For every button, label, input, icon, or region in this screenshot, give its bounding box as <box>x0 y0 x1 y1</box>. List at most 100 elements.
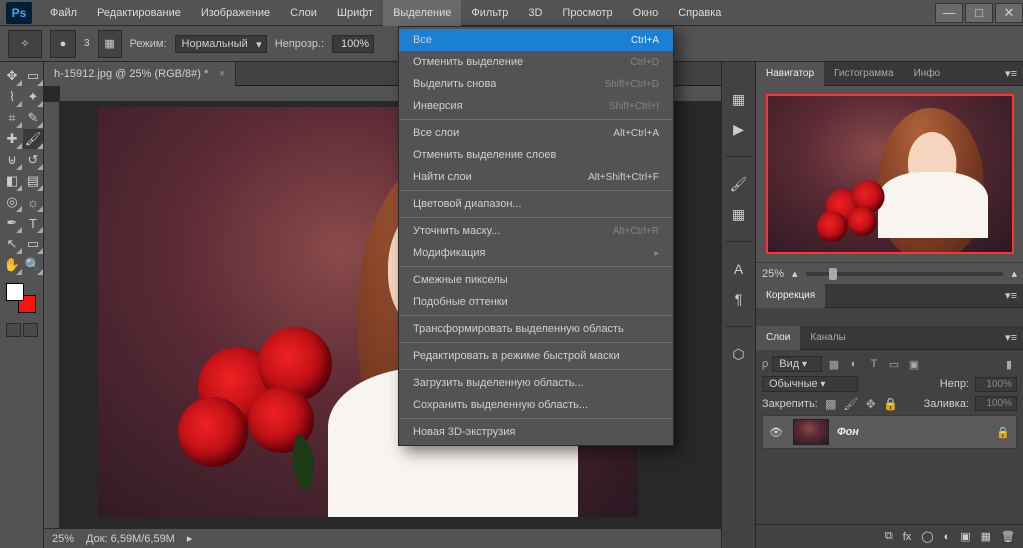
spot-heal-tool[interactable]: ✚ <box>2 129 22 149</box>
tab-histogram[interactable]: Гистограмма <box>824 62 904 86</box>
eyedropper-tool[interactable]: ✎ <box>23 108 43 128</box>
menu-файл[interactable]: Файл <box>40 0 87 26</box>
dodge-tool[interactable]: ☼ <box>23 192 43 212</box>
lasso-tool[interactable]: ⌇ <box>2 87 22 107</box>
navigator-zoom-value[interactable]: 25% <box>762 268 784 280</box>
layer-name[interactable]: Фон <box>837 426 859 438</box>
crop-tool[interactable]: ⌗ <box>2 108 22 128</box>
gradient-tool[interactable]: ▤ <box>23 171 43 191</box>
menu-item[interactable]: Цветовой диапазон... <box>399 193 673 215</box>
link-layers-icon[interactable]: ⧉ <box>885 530 893 543</box>
layer-fill-input[interactable]: 100% <box>975 396 1017 411</box>
menu-редактирование[interactable]: Редактирование <box>87 0 191 26</box>
blur-tool[interactable]: ◎ <box>2 192 22 212</box>
standard-mode-button[interactable] <box>6 323 21 337</box>
menu-просмотр[interactable]: Просмотр <box>552 0 622 26</box>
lock-position-icon[interactable]: ✥ <box>864 397 878 411</box>
layer-filter-kind[interactable]: Вид ▾ <box>772 356 822 372</box>
blend-mode-select[interactable]: Нормальный ▾ <box>175 35 267 53</box>
layer-thumbnail[interactable] <box>793 419 829 445</box>
filter-pixel-icon[interactable]: ▩ <box>826 356 842 372</box>
status-arrow-icon[interactable]: ▸ <box>187 532 193 545</box>
tab-navigator[interactable]: Навигатор <box>756 62 824 86</box>
delete-layer-icon[interactable]: 🗑 <box>1001 530 1015 543</box>
menu-шрифт[interactable]: Шрифт <box>327 0 383 26</box>
menu-выделение[interactable]: Выделение <box>383 0 461 26</box>
close-tab-icon[interactable]: × <box>219 68 225 80</box>
path-select-tool[interactable]: ↖ <box>2 234 22 254</box>
quickmask-mode-button[interactable] <box>23 323 38 337</box>
paragraph-panel-icon[interactable]: ¶ <box>729 290 749 308</box>
tab-adjustments[interactable]: Коррекция <box>756 284 825 308</box>
menu-слои[interactable]: Слои <box>280 0 327 26</box>
filter-type-icon[interactable]: T <box>866 356 882 372</box>
menu-item[interactable]: Редактировать в режиме быстрой маски <box>399 345 673 367</box>
layer-fx-icon[interactable]: fx <box>903 531 912 543</box>
lock-all-icon[interactable]: 🔒 <box>884 397 898 411</box>
visibility-eye-icon[interactable]: 👁 <box>769 426 785 439</box>
navigator-thumbnail[interactable] <box>766 94 1014 254</box>
tab-info[interactable]: Инфо <box>904 62 951 86</box>
foreground-color-swatch[interactable] <box>6 283 24 301</box>
new-group-icon[interactable]: ▣ <box>960 530 970 543</box>
menu-item[interactable]: Отменить выделение слоев <box>399 144 673 166</box>
type-tool[interactable]: T <box>23 213 43 233</box>
lock-pixels-icon[interactable]: 🖌 <box>844 397 858 411</box>
zoom-in-icon[interactable]: ▴ <box>1011 267 1017 280</box>
menu-справка[interactable]: Справка <box>668 0 731 26</box>
window-minimize[interactable]: — <box>935 3 963 23</box>
new-layer-icon[interactable]: ▦ <box>981 530 991 543</box>
brush-preset-picker[interactable]: ● <box>50 30 76 58</box>
character-panel-icon[interactable]: A <box>729 260 749 278</box>
panel-menu-icon[interactable]: ▾≡ <box>999 67 1023 80</box>
opacity-option-input[interactable]: 100% <box>332 35 374 53</box>
hand-tool[interactable]: ✋ <box>2 255 22 275</box>
history-brush-tool[interactable]: ↺ <box>23 150 43 170</box>
lock-transparency-icon[interactable]: ▩ <box>824 397 838 411</box>
3d-panel-icon[interactable]: ⬡ <box>729 345 749 363</box>
layer-opacity-input[interactable]: 100% <box>975 377 1017 392</box>
history-panel-icon[interactable]: ▦ <box>729 90 749 108</box>
panel-menu-icon[interactable]: ▾≡ <box>999 331 1023 344</box>
brush-panel-toggle[interactable]: ▦ <box>98 30 122 58</box>
pen-tool[interactable]: ✒ <box>2 213 22 233</box>
menu-item[interactable]: Все слоиAlt+Ctrl+A <box>399 122 673 144</box>
menu-3d[interactable]: 3D <box>518 0 552 26</box>
filter-icon[interactable]: ρ <box>762 358 768 370</box>
panel-menu-icon[interactable]: ▾≡ <box>999 289 1023 302</box>
filter-adjust-icon[interactable]: ◐ <box>846 356 862 372</box>
window-close[interactable]: ✕ <box>995 3 1023 23</box>
layer-mask-icon[interactable]: ◯ <box>921 530 933 543</box>
zoom-tool[interactable]: 🔍 <box>23 255 43 275</box>
filter-smart-icon[interactable]: ▣ <box>906 356 922 372</box>
window-maximize[interactable]: □ <box>965 3 993 23</box>
menu-item[interactable]: ВсеCtrl+A <box>399 29 673 51</box>
play-icon[interactable]: ▶ <box>729 120 749 138</box>
menu-изображение[interactable]: Изображение <box>191 0 280 26</box>
tab-channels[interactable]: Каналы <box>800 326 856 350</box>
document-tab[interactable]: h-15912.jpg @ 25% (RGB/8#) * × <box>44 62 236 86</box>
menu-item[interactable]: Найти слоиAlt+Shift+Ctrl+F <box>399 166 673 188</box>
shape-tool[interactable]: ▭ <box>23 234 43 254</box>
brush-preset-icon[interactable]: 🖌 <box>729 175 749 193</box>
layer-row[interactable]: 👁 Фон 🔒 <box>762 415 1017 449</box>
zoom-out-icon[interactable]: ▴ <box>792 267 798 280</box>
quick-select-tool[interactable]: ✦ <box>23 87 43 107</box>
filter-shape-icon[interactable]: ▭ <box>886 356 902 372</box>
menu-фильтр[interactable]: Фильтр <box>461 0 518 26</box>
color-swatches[interactable] <box>6 283 36 313</box>
marquee-tool[interactable]: ▭ <box>23 66 43 86</box>
clone-stamp-tool[interactable]: ⊎ <box>2 150 22 170</box>
layer-blend-mode[interactable]: Обычные ▾ <box>762 376 858 392</box>
move-tool[interactable]: ✥ <box>2 66 22 86</box>
menu-окно[interactable]: Окно <box>623 0 669 26</box>
swatches-icon[interactable]: ▦ <box>729 205 749 223</box>
filter-toggle-switch[interactable]: ▮ <box>1001 356 1017 372</box>
tab-layers[interactable]: Слои <box>756 326 800 350</box>
current-tool-icon[interactable]: ✧ <box>8 30 42 58</box>
eraser-tool[interactable]: ◧ <box>2 171 22 191</box>
navigator-zoom-slider[interactable] <box>806 272 1004 276</box>
status-zoom[interactable]: 25% <box>52 533 74 545</box>
new-fill-adjust-icon[interactable]: ◐ <box>944 531 951 543</box>
brush-tool[interactable]: 🖌 <box>23 129 43 149</box>
